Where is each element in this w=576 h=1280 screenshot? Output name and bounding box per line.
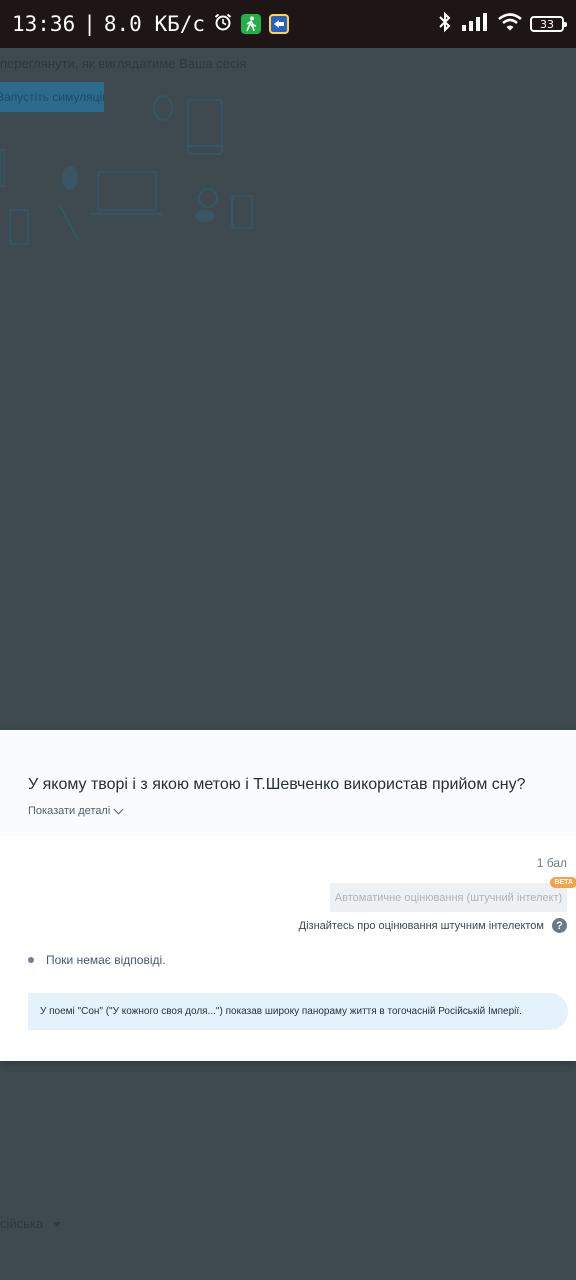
- answer-text: У поемі "Сон" ("У кожного своя доля...")…: [40, 1006, 522, 1017]
- status-bar-left: 13:36 | 8.0 КБ/с: [12, 12, 290, 37]
- no-answer-status: Поки немає відповіді.: [28, 953, 166, 967]
- no-answer-text: Поки немає відповіді.: [46, 953, 166, 967]
- question-modal: У якому творі і з якою метою і Т.Шевченк…: [0, 730, 576, 1061]
- auto-grading-button[interactable]: Автоматичне оцінювання (штучний інтелект…: [330, 877, 576, 912]
- question-title: У якому творі і з якою метою і Т.Шевченк…: [28, 776, 526, 793]
- background-bottom-text: сійська: [0, 1216, 61, 1231]
- background-hint-text: переглянути, як виглядатиме Ваша сесія: [0, 56, 247, 71]
- points-label: 1 бал: [536, 856, 567, 870]
- status-bar: 13:36 | 8.0 КБ/с 33: [0, 0, 576, 48]
- answer-bubble: У поемі "Сон" ("У кожного своя доля...")…: [28, 993, 568, 1030]
- ai-grading-info-label: Дізнайтесь про оцінювання штучним інтеле…: [298, 919, 544, 932]
- alarm-icon: [213, 12, 233, 37]
- bottom-chevron-icon: [52, 1222, 61, 1228]
- status-separator: |: [83, 12, 96, 36]
- help-icon[interactable]: ?: [552, 918, 567, 933]
- walk-app-icon: [241, 14, 262, 34]
- beta-badge: BETA: [550, 877, 576, 888]
- ai-grading-info-link[interactable]: Дізнайтесь про оцінювання штучним інтеле…: [299, 918, 567, 933]
- blue-yellow-app-icon: [269, 14, 290, 34]
- clock: 13:36: [12, 12, 76, 36]
- background-bottom-label: сійська: [0, 1216, 44, 1231]
- status-bar-right: 33: [436, 11, 567, 38]
- modal-header: У якому творі і з якою метою і Т.Шевченк…: [0, 730, 576, 836]
- wifi-icon: [498, 12, 522, 36]
- bluetooth-icon: [436, 11, 454, 38]
- network-speed: 8.0 КБ/с: [103, 12, 206, 36]
- show-details-toggle[interactable]: Показати деталі: [28, 804, 124, 817]
- background-page: переглянути, як виглядатиме Ваша сесія З…: [0, 48, 576, 1280]
- bullet-dot-icon: [28, 957, 34, 963]
- show-details-label: Показати деталі: [28, 805, 111, 817]
- battery-icon: 33: [530, 16, 567, 32]
- signal-icon: [462, 12, 490, 36]
- devices-illustration: [0, 95, 253, 245]
- auto-grading-label: Автоматичне оцінювання (штучний інтелект…: [334, 891, 563, 904]
- chevron-down-icon: [113, 804, 124, 814]
